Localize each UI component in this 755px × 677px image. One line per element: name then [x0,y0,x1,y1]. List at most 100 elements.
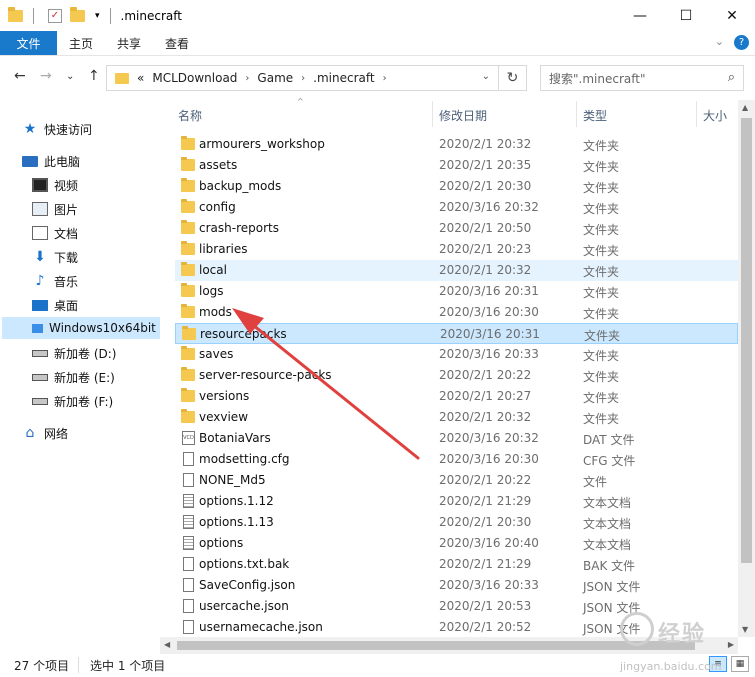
file-row[interactable]: vexview 2020/2/1 20:32 文件夹 [175,407,738,428]
tab-home[interactable]: 主页 [57,31,105,55]
file-row[interactable]: saves 2020/3/16 20:33 文件夹 [175,344,738,365]
vertical-scrollbar[interactable]: ▲ ▼ [738,100,755,637]
file-row[interactable]: armourers_workshop 2020/2/1 20:32 文件夹 [175,134,738,155]
up-icon[interactable]: ↑ [88,68,100,84]
scroll-up-icon[interactable]: ▲ [742,103,748,112]
tab-share[interactable]: 共享 [105,31,153,55]
file-name: options.1.12 [199,494,274,508]
search-icon[interactable]: ⌕ [728,70,735,85]
sidebar-item-drive-f[interactable]: 新加卷 (F:) [32,390,113,412]
search-input[interactable]: 搜索".minecraft" ⌕ [540,65,744,91]
chevron-right-icon[interactable]: › [245,73,249,84]
file-row[interactable]: backup_mods 2020/2/1 20:30 文件夹 [175,176,738,197]
sidebar-item-documents[interactable]: 文档 [32,222,78,244]
file-date: 2020/2/1 20:22 [439,368,532,382]
sidebar-item-this-pc[interactable]: 此电脑 [22,150,80,172]
file-row[interactable]: NONE_Md5 2020/2/1 20:22 文件 [175,470,738,491]
close-button[interactable]: ✕ [709,0,755,31]
new-folder-icon[interactable] [70,6,85,22]
forward-icon[interactable]: → [40,68,52,84]
file-row[interactable]: options.txt.bak 2020/2/1 21:29 BAK 文件 [175,554,738,575]
file-row[interactable]: SaveConfig.json 2020/3/16 20:33 JSON 文件 [175,575,738,596]
sidebar-item-downloads[interactable]: ⬇ 下载 [32,246,78,268]
file-row[interactable]: VCD BotaniaVars 2020/3/16 20:32 DAT 文件 [175,428,738,449]
tab-view[interactable]: 查看 [153,31,201,55]
file-row[interactable]: options.1.12 2020/2/1 21:29 文本文档 [175,491,738,512]
breadcrumb-mcldownload[interactable]: MCLDownload [152,71,237,85]
file-row[interactable]: logs 2020/3/16 20:31 文件夹 [175,281,738,302]
file-row[interactable]: options.1.13 2020/2/1 20:30 文本文档 [175,512,738,533]
file-row[interactable]: config 2020/3/16 20:32 文件夹 [175,197,738,218]
file-row[interactable]: server-resource-packs 2020/2/1 20:22 文件夹 [175,365,738,386]
expand-ribbon-icon[interactable]: ⌄ [715,35,724,50]
file-row[interactable]: crash-reports 2020/2/1 20:50 文件夹 [175,218,738,239]
scroll-thumb[interactable] [177,641,695,650]
maximize-button[interactable]: ☐ [663,0,709,31]
breadcrumb-minecraft[interactable]: .minecraft [313,71,374,85]
file-name: local [199,263,227,277]
sidebar-item-drive-d[interactable]: 新加卷 (D:) [32,342,116,364]
file-date: 2020/2/1 20:53 [439,599,532,613]
sidebar-item-videos[interactable]: 视频 [32,174,78,196]
sidebar-item-quick-access[interactable]: ★ 快速访问 [22,118,92,140]
file-icon [183,452,194,466]
chevron-right-icon[interactable]: › [301,73,305,84]
pictures-icon [32,202,48,216]
file-row[interactable]: versions 2020/2/1 20:27 文件夹 [175,386,738,407]
help-icon[interactable]: ? [734,35,749,50]
chevron-right-icon[interactable]: › [383,73,387,84]
file-date: 2020/2/1 20:32 [439,263,532,277]
sidebar-item-windows-drive[interactable]: Windows10x64bit [2,317,160,339]
file-row[interactable]: modsetting.cfg 2020/3/16 20:30 CFG 文件 [175,449,738,470]
column-divider[interactable] [696,101,697,127]
column-header-date[interactable]: 修改日期 [439,107,487,124]
file-type: 文本文档 [583,538,632,552]
file-name: resourcepacks [200,327,287,341]
column-divider[interactable] [432,101,433,127]
file-row[interactable]: options 2020/3/16 20:40 文本文档 [175,533,738,554]
column-divider[interactable] [576,101,577,127]
file-type: 文件夹 [583,139,620,153]
refresh-button[interactable]: ↻ [498,66,526,90]
divider [109,7,111,24]
sidebar-item-network[interactable]: ⌂ 网络 [22,422,68,444]
recent-locations-icon[interactable]: ⌄ [66,71,74,82]
sidebar-item-desktop[interactable]: 桌面 [32,294,78,316]
customize-toolbar-icon[interactable]: ▾ [95,11,100,21]
breadcrumb-game[interactable]: Game [257,71,293,85]
sort-ascending-icon: ^ [297,97,304,106]
scroll-thumb[interactable] [741,118,752,563]
column-header-bar: ^ 名称 修改日期 类型 大小 [170,97,736,127]
sidebar-item-drive-e[interactable]: 新加卷 (E:) [32,366,115,388]
tab-file[interactable]: 文件 [0,31,57,55]
scroll-left-icon[interactable]: ◀ [164,640,170,649]
folder-icon [181,304,195,318]
column-header-type[interactable]: 类型 [583,107,607,124]
file-name: options.txt.bak [199,557,290,571]
file-name: logs [199,284,224,298]
file-row[interactable]: libraries 2020/2/1 20:23 文件夹 [175,239,738,260]
file-name: assets [199,158,238,172]
sidebar-item-pictures[interactable]: 图片 [32,198,78,220]
file-date: 2020/2/1 20:32 [439,410,532,424]
file-row[interactable]: assets 2020/2/1 20:35 文件夹 [175,155,738,176]
folder-icon [181,346,195,360]
column-header-size[interactable]: 大小 [703,107,727,124]
file-type: BAK 文件 [583,559,636,573]
properties-icon[interactable]: ✓ [48,8,62,23]
file-type: DAT 文件 [583,433,635,447]
watermark: 经验 jingyan.baidu.com [620,610,745,673]
column-header-name[interactable]: 名称 [178,107,202,124]
file-name: backup_mods [199,179,282,193]
address-dropdown-icon[interactable]: ⌄ [482,71,490,82]
file-row[interactable]: local 2020/2/1 20:32 文件夹 [175,260,738,281]
sidebar-item-music[interactable]: ♪ 音乐 [32,270,78,292]
address-bar[interactable]: « MCLDownload › Game › .minecraft › ⌄ ↻ [106,65,527,91]
back-icon[interactable]: ← [14,68,26,84]
file-row[interactable]: resourcepacks 2020/3/16 20:31 文件夹 [175,323,738,344]
file-name: modsetting.cfg [199,452,290,466]
file-row[interactable]: mods 2020/3/16 20:30 文件夹 [175,302,738,323]
file-type: 文件夹 [583,244,620,258]
minimize-button[interactable]: — [617,0,663,31]
breadcrumb-overflow[interactable]: « [137,71,144,85]
